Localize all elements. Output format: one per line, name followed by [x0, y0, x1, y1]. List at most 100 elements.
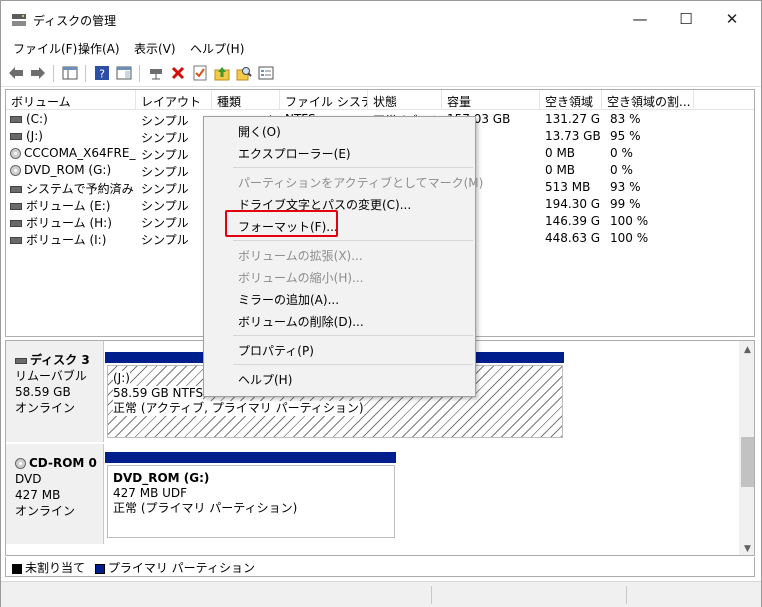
- menu-extend-volume[interactable]: ボリュームの拡張(X)...: [204, 244, 475, 266]
- partition-status: 正常 (アクティブ, プライマリ パーティション): [113, 401, 364, 416]
- column-free-space[interactable]: 空き領域: [540, 90, 602, 110]
- cell-pct: 99 %: [610, 197, 694, 211]
- menu-shrink-volume[interactable]: ボリュームの縮小(H)...: [204, 266, 475, 288]
- menu-mark-active[interactable]: パーティションをアクティブとしてマーク(M): [204, 171, 483, 193]
- menu-add-mirror[interactable]: ミラーの追加(A)...: [204, 288, 475, 310]
- cell-text: 100 %: [610, 231, 649, 245]
- cell-pct: 95 %: [610, 129, 694, 143]
- partition-g[interactable]: DVD_ROM (G:) 427 MB UDF 正常 (プライマリ パーティショ…: [107, 465, 395, 538]
- partition-header-bar: [105, 452, 396, 463]
- cell-pct: 83 %: [610, 112, 694, 126]
- show-hide-button[interactable]: [115, 64, 133, 82]
- disk-name: ディスク 3: [30, 353, 90, 367]
- properties-toolbar-button[interactable]: [257, 64, 275, 82]
- svg-text:?: ?: [99, 68, 105, 81]
- column-filesystem[interactable]: ファイル システム: [280, 90, 368, 110]
- status-bar: [1, 581, 761, 607]
- column-layout[interactable]: レイアウト: [136, 90, 212, 110]
- menu-bar: ファイル(F) 操作(A) 表示(V) ヘルプ(H): [1, 37, 761, 59]
- menu-action[interactable]: 操作(A): [78, 40, 120, 57]
- context-menu: 開く(O) エクスプローラー(E) パーティションをアクティブとしてマーク(M)…: [203, 116, 483, 397]
- scroll-down-icon[interactable]: ▼: [739, 540, 754, 555]
- cell-text: システムで予約済み: [26, 182, 134, 196]
- menu-delete-volume[interactable]: ボリュームの削除(D)...: [204, 310, 475, 332]
- back-button[interactable]: [7, 64, 25, 82]
- maximize-icon: ☐: [679, 10, 693, 28]
- scroll-thumb[interactable]: [741, 437, 754, 487]
- toolbar: ?: [1, 60, 761, 87]
- cell-free: 448.63 GB: [545, 231, 601, 245]
- forward-button[interactable]: [29, 64, 47, 82]
- toolbar-separator: [53, 65, 54, 82]
- console-tree-button[interactable]: [61, 64, 79, 82]
- cell-text: シンプル: [141, 216, 189, 230]
- menu-help-item[interactable]: ヘルプ(H): [204, 368, 475, 390]
- cell-name: DVD_ROM (G:): [10, 163, 136, 177]
- delete-x-icon: [171, 66, 185, 80]
- menu-properties[interactable]: プロパティ(P): [204, 339, 475, 361]
- cell-text: 93 %: [610, 180, 641, 194]
- disk-management-app-icon: [12, 14, 26, 26]
- minimize-icon: —: [632, 10, 648, 28]
- cell-text: (C:): [26, 112, 48, 126]
- unallocated-swatch: [12, 563, 22, 574]
- disk-size: 58.59 GB: [15, 385, 71, 399]
- column-free-percent[interactable]: 空き領域の割...: [602, 90, 694, 110]
- column-capacity[interactable]: 容量: [442, 90, 540, 110]
- cell-pct: 0 %: [610, 146, 694, 160]
- menu-file[interactable]: ファイル(F): [13, 40, 77, 57]
- drive-icon: [10, 237, 22, 244]
- scroll-up-icon[interactable]: ▲: [739, 341, 754, 358]
- cell-text: シンプル: [141, 182, 189, 196]
- minimize-button[interactable]: —: [617, 1, 663, 37]
- search-toolbar-button[interactable]: [235, 64, 253, 82]
- maximize-button[interactable]: ☐: [663, 1, 709, 37]
- title-bar: ディスクの管理 — ☐ ✕: [1, 1, 761, 37]
- cell-free: 194.30 GB: [545, 197, 601, 211]
- disk-state: オンライン: [15, 401, 76, 415]
- legend: 未割り当て プライマリ パーティション: [5, 557, 755, 577]
- disk-state: オンライン: [15, 504, 76, 518]
- partition-detail: 58.59 GB NTFS: [113, 386, 204, 401]
- cell-name: (C:): [10, 112, 136, 126]
- cell-name: ボリューム (H:): [10, 214, 136, 231]
- cell-text: DVD_ROM (G:): [24, 163, 112, 177]
- cd-drive-icon: [15, 458, 26, 469]
- console-tree-icon: [62, 66, 78, 80]
- close-icon: ✕: [725, 10, 739, 28]
- connect-drive-button[interactable]: [147, 64, 165, 82]
- cell-pct: 100 %: [610, 214, 694, 228]
- cell-free: 131.27 GB: [545, 112, 601, 126]
- check-toolbar-button[interactable]: [191, 64, 209, 82]
- column-type[interactable]: 種類: [212, 90, 280, 110]
- format-highlight-box: [225, 210, 338, 237]
- cell-text: シンプル: [141, 233, 189, 247]
- cell-text: 146.39 GB: [545, 214, 601, 228]
- cell-name: (J:): [10, 129, 136, 143]
- column-volume[interactable]: ボリューム: [6, 90, 136, 110]
- cell-text: (J:): [26, 129, 43, 143]
- cell-text: 0 %: [610, 163, 633, 177]
- disk-kind: DVD: [15, 472, 42, 486]
- cell-free: 513 MB: [545, 180, 601, 194]
- cdrom-0-label[interactable]: CD-ROM 0 DVD 427 MB オンライン: [6, 444, 104, 544]
- menu-separator: [233, 364, 473, 365]
- up-folder-button[interactable]: [213, 64, 231, 82]
- menu-open[interactable]: 開く(O): [204, 120, 475, 142]
- cell-text: ボリューム (H:): [26, 216, 112, 230]
- help-toolbar-button[interactable]: ?: [93, 64, 111, 82]
- cell-layout: シンプル: [141, 180, 211, 197]
- delete-toolbar-button[interactable]: [169, 64, 187, 82]
- status-separator: [431, 586, 432, 604]
- menu-help[interactable]: ヘルプ(H): [190, 40, 244, 57]
- forward-arrow-icon: [31, 67, 45, 79]
- column-status[interactable]: 状態: [368, 90, 442, 110]
- search-folder-icon: [236, 67, 252, 81]
- toolbar-separator: [85, 65, 86, 82]
- cell-name: ボリューム (I:): [10, 231, 136, 248]
- menu-explorer[interactable]: エクスプローラー(E): [204, 142, 475, 164]
- menu-view[interactable]: 表示(V): [134, 40, 176, 57]
- close-button[interactable]: ✕: [709, 1, 755, 37]
- disk-panel-scrollbar[interactable]: ▲ ▼: [739, 341, 754, 555]
- disk-3-label[interactable]: ディスク 3 リムーバブル 58.59 GB オンライン: [6, 341, 104, 442]
